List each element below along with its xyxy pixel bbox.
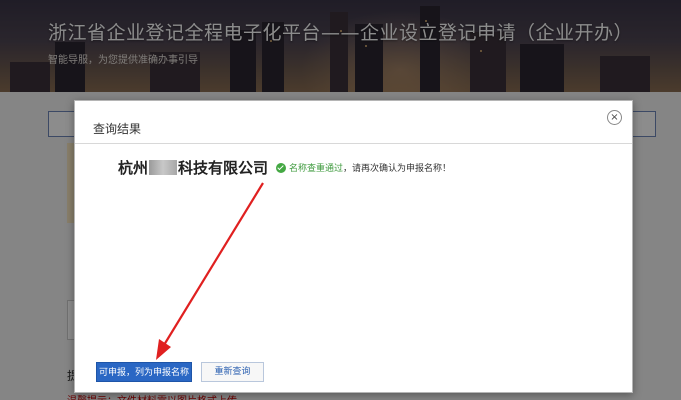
check-circle-icon	[276, 162, 287, 173]
company-name-prefix: 杭州	[118, 159, 149, 177]
name-check-status: 名称查重通过	[289, 164, 344, 174]
dialog-divider	[75, 143, 632, 144]
confirm-prompt: ，请再次确认为申报名称！	[343, 164, 452, 174]
dialog-title: 查询结果	[93, 122, 142, 136]
close-icon[interactable]: ×	[607, 110, 622, 125]
requery-button[interactable]: 重新查询	[201, 362, 264, 382]
redacted-name-block	[149, 160, 178, 175]
company-name-suffix: 科技有限公司	[178, 159, 269, 177]
company-result-row: 杭州 科技有限公司 名称查重通过 ，请再次确认为申报名称！	[118, 157, 451, 178]
query-result-dialog: 查询结果 × 杭州 科技有限公司 名称查重通过 ，请再次确认为申报名称！ 可申报…	[74, 100, 633, 393]
confirm-declare-button[interactable]: 可申报，列为申报名称	[96, 362, 192, 382]
